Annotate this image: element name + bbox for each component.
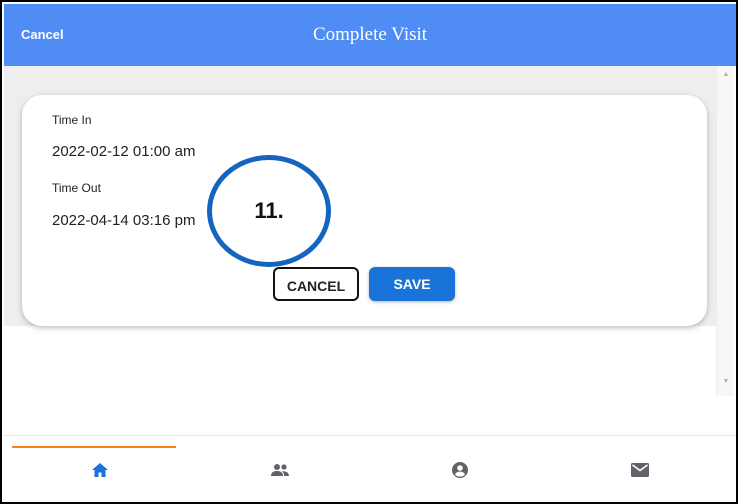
save-button[interactable]: SAVE <box>369 267 455 301</box>
home-icon <box>92 463 108 477</box>
nav-account[interactable] <box>440 458 480 482</box>
time-in-label: Time In <box>52 113 92 127</box>
active-nav-indicator <box>12 446 176 448</box>
time-out-label: Time Out <box>52 181 101 195</box>
visit-form-card: Time In 2022-02-12 01:00 am Time Out 202… <box>22 95 707 326</box>
cancel-button[interactable]: CANCEL <box>273 267 359 301</box>
mail-icon <box>631 463 649 477</box>
app-header: Complete Visit Cancel <box>4 4 736 66</box>
time-out-field[interactable]: 2022-04-14 03:16 pm <box>52 212 195 229</box>
scroll-up-arrow-icon[interactable]: ▲ <box>722 71 730 79</box>
nav-home[interactable] <box>80 458 120 482</box>
app-window: Complete Visit Cancel ▲ ▼ Time In 2022-0… <box>0 0 738 504</box>
step-number: 11. <box>254 198 284 223</box>
time-in-field[interactable]: 2022-02-12 01:00 am <box>52 143 195 160</box>
header-cancel-button[interactable]: Cancel <box>21 4 64 66</box>
step-annotation-circle: 11. <box>207 155 331 267</box>
page-title: Complete Visit <box>312 24 428 45</box>
account-icon <box>452 462 468 478</box>
nav-mail[interactable] <box>620 458 660 482</box>
scroll-down-arrow-icon[interactable]: ▼ <box>722 378 730 386</box>
scrollbar[interactable]: ▲ ▼ <box>716 66 734 396</box>
people-icon <box>271 464 289 476</box>
nav-people[interactable] <box>260 458 300 482</box>
